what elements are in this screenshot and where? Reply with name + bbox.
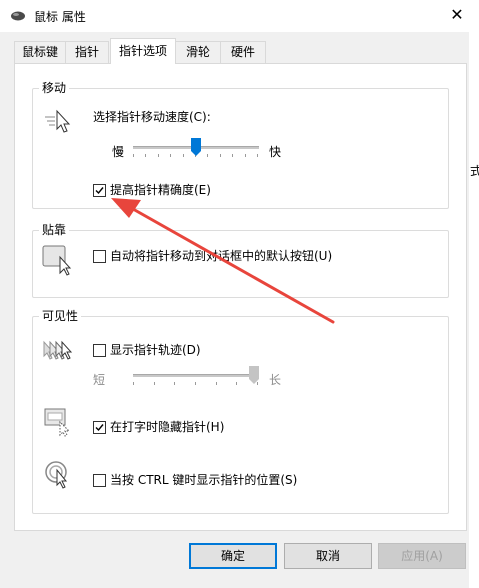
mouse-properties-dialog: 鼠标 属性 ✕ 鼠标键 指针 指针选项 滑轮 硬件 移动 选择指针移动速度(C)…: [0, 0, 479, 588]
slider-tick: [170, 154, 171, 157]
slider-tick: [232, 154, 233, 157]
slider-tick: [174, 382, 175, 385]
window-title: 鼠标 属性: [34, 10, 86, 24]
tab-buttons[interactable]: 鼠标键: [14, 41, 66, 63]
slider-tick: [236, 382, 237, 385]
tab-hardware[interactable]: 硬件: [220, 41, 266, 63]
slider-tick: [158, 154, 159, 157]
slider-tick: [154, 382, 155, 385]
precision-label[interactable]: 提高指针精确度(E): [110, 182, 211, 198]
slider-tick: [216, 382, 217, 385]
close-button[interactable]: ✕: [444, 4, 470, 26]
slider-tick: [207, 154, 208, 157]
background-window: 式: [469, 0, 479, 588]
title-bar[interactable]: 鼠标 属性 ✕: [0, 0, 479, 32]
snap-label[interactable]: 自动将指针移动到对话框中的默认按钮(U): [110, 248, 332, 264]
hide-checkbox[interactable]: [93, 421, 106, 434]
slider-tick: [257, 154, 258, 157]
slider-tick: [133, 154, 134, 157]
snap-group: 贴靠 自动将指针移动到对话框中的默认按钮(U): [32, 222, 449, 298]
slider-tick: [195, 382, 196, 385]
short-label: 短: [93, 373, 106, 387]
slider-tick: [220, 154, 221, 157]
slider-tick: [183, 154, 184, 157]
snap-group-title: 贴靠: [39, 222, 70, 238]
hide-while-typing-icon: [44, 408, 74, 441]
apply-button[interactable]: 应用(A): [378, 543, 466, 569]
speed-slider-thumb[interactable]: [191, 138, 201, 156]
snap-button-icon: [42, 245, 76, 280]
trails-checkbox[interactable]: [93, 344, 106, 357]
tab-pointer-options[interactable]: 指针选项: [110, 38, 176, 64]
trails-slider-thumb[interactable]: [249, 366, 259, 384]
ok-button[interactable]: 确定: [189, 543, 277, 569]
slow-label: 慢: [112, 145, 125, 159]
speed-label: 选择指针移动速度(C):: [93, 110, 211, 124]
pointer-location-icon: [44, 460, 74, 493]
pointer-speed-icon: [43, 109, 73, 138]
trails-label[interactable]: 显示指针轨迹(D): [110, 342, 201, 358]
precision-checkbox[interactable]: [93, 184, 106, 197]
mouse-icon: [10, 10, 26, 22]
motion-group-title: 移动: [39, 80, 70, 96]
cancel-button[interactable]: 取消: [284, 543, 372, 569]
tab-pointers[interactable]: 指针: [65, 41, 109, 63]
pointer-trails-icon: [42, 338, 76, 369]
ctrl-location-label[interactable]: 当按 CTRL 键时显示指针的位置(S): [110, 472, 297, 488]
slider-tick: [145, 154, 146, 157]
hide-label[interactable]: 在打字时隐藏指针(H): [110, 419, 224, 435]
ctrl-location-checkbox[interactable]: [93, 474, 106, 487]
slider-tick: [133, 382, 134, 385]
trails-length-slider[interactable]: [133, 366, 259, 388]
background-text: 式: [470, 164, 479, 178]
motion-group: 移动 选择指针移动速度(C): 慢 快 提高指针精确度(E): [32, 80, 449, 209]
tab-panel: 移动 选择指针移动速度(C): 慢 快 提高指针精确度(E) 贴靠 自动将指针移…: [14, 63, 467, 531]
snap-checkbox[interactable]: [93, 250, 106, 263]
visibility-group: 可见性 显示指针轨迹(D) 短 长 在打字时隐藏指针(H) 当按 CTRL 键时…: [32, 308, 449, 514]
slider-tick: [245, 154, 246, 157]
long-label: 长: [269, 373, 282, 387]
pointer-speed-slider[interactable]: [133, 138, 259, 160]
tab-wheel[interactable]: 滑轮: [175, 41, 221, 63]
visibility-group-title: 可见性: [39, 308, 82, 324]
fast-label: 快: [269, 145, 282, 159]
